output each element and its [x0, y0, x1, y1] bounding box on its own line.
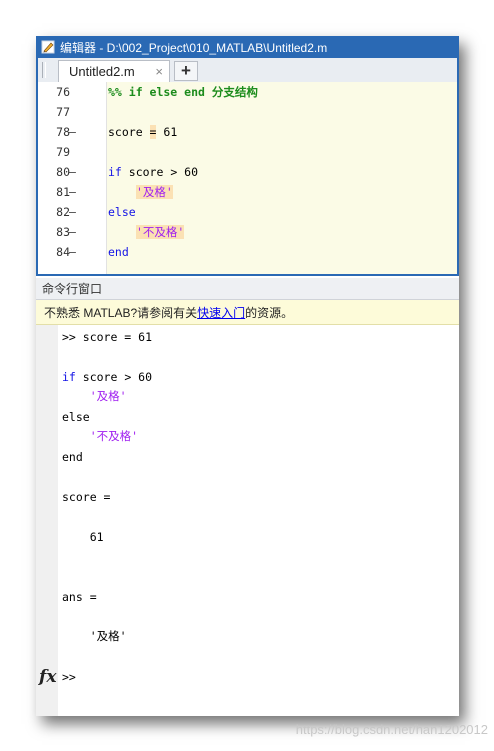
- command-window-header[interactable]: 命令行窗口: [36, 278, 459, 300]
- score-value: 61: [156, 125, 178, 139]
- close-icon[interactable]: ×: [155, 64, 163, 79]
- line-number: 78: [56, 125, 70, 139]
- code-line: 83 – '不及格': [38, 222, 457, 242]
- cmd-line: else: [62, 410, 90, 424]
- command-window-title: 命令行窗口: [42, 282, 103, 296]
- notice-suffix: 的资源。: [245, 305, 294, 320]
- editor-title: 编辑器 - D:\002_Project\010_MATLAB\Untitled…: [60, 40, 328, 55]
- notice-prefix: 不熟悉 MATLAB?请参阅有关: [44, 305, 198, 320]
- line-number: 84: [56, 245, 70, 259]
- tab-label: Untitled2.m: [69, 64, 135, 79]
- code-line: 82 – else: [38, 202, 457, 222]
- editor-panel: 编辑器 - D:\002_Project\010_MATLAB\Untitled…: [36, 36, 459, 276]
- cell-title: %% if else end 分支结构: [108, 85, 258, 99]
- code-line: 78 – score = 61: [38, 122, 457, 142]
- editor-tabbar: Untitled2.m × +: [38, 58, 457, 83]
- cmd-line: '及格': [62, 389, 127, 403]
- line-number: 83: [56, 225, 70, 239]
- line-number: 80: [56, 165, 70, 179]
- string-pass: '及格': [136, 185, 173, 199]
- tab-grip[interactable]: [42, 62, 46, 78]
- cmd-line: '不及格': [62, 429, 139, 443]
- function-browser-icon[interactable]: fx: [39, 667, 56, 687]
- command-gutter: [36, 325, 58, 716]
- code-text: if score > 60: [108, 162, 198, 182]
- if-keyword: if: [108, 165, 122, 179]
- if-condition: score > 60: [75, 370, 153, 384]
- line-number: 76: [56, 85, 70, 99]
- line-number: 79: [56, 145, 70, 159]
- line-number: 82: [56, 205, 70, 219]
- code-line: 80 – if score > 60: [38, 162, 457, 182]
- string-fail: '不及格': [136, 225, 185, 239]
- matlab-window: 编辑器 - D:\002_Project\010_MATLAB\Untitled…: [36, 36, 459, 716]
- breakpoint-marker[interactable]: –: [69, 222, 76, 242]
- cmd-line: '及格': [62, 629, 127, 643]
- code-text: '不及格': [136, 222, 185, 242]
- cmd-line: if score > 60: [62, 367, 152, 387]
- code-line: 84 – end: [38, 242, 457, 262]
- editor-titlebar[interactable]: 编辑器 - D:\002_Project\010_MATLAB\Untitled…: [38, 36, 457, 58]
- code-line: 77: [38, 102, 457, 122]
- code-line: 79: [38, 142, 457, 162]
- if-condition: score > 60: [121, 165, 199, 179]
- tab-untitled2[interactable]: Untitled2.m ×: [58, 60, 170, 82]
- breakpoint-marker[interactable]: –: [69, 202, 76, 222]
- cmd-line: >> score = 61: [62, 330, 153, 344]
- quick-start-link[interactable]: 快速入门: [197, 304, 245, 321]
- breakpoint-marker[interactable]: –: [69, 162, 76, 182]
- cmd-line: end: [62, 450, 83, 464]
- line-number: 81: [56, 185, 70, 199]
- command-window[interactable]: >> score = 61 if score > 60 '及格' else '不…: [36, 325, 459, 716]
- line-number: 77: [56, 105, 70, 119]
- code-text: '及格': [136, 182, 173, 202]
- if-keyword: if: [62, 370, 76, 384]
- breakpoint-marker[interactable]: –: [69, 122, 76, 142]
- breakpoint-marker[interactable]: –: [69, 242, 76, 262]
- end-keyword: end: [108, 245, 129, 259]
- getting-started-notice: 不熟悉 MATLAB?请参阅有关 快速入门 的资源。: [36, 300, 459, 325]
- cmd-line: ans =: [62, 590, 97, 604]
- editor-icon: [41, 40, 55, 54]
- command-prompt[interactable]: >>: [62, 667, 76, 687]
- add-tab-button[interactable]: +: [174, 61, 198, 81]
- code-editor[interactable]: 76 %% if else end 分支结构 77 78 – score = 6…: [38, 82, 457, 274]
- code-line: 76 %% if else end 分支结构: [38, 82, 457, 102]
- code-text: score = 61: [108, 122, 177, 142]
- cmd-line: 61: [62, 530, 104, 544]
- code-line: 81 – '及格': [38, 182, 457, 202]
- watermark: https://blog.csdn.net/han1202012: [295, 722, 488, 737]
- score-variable: score: [108, 125, 150, 139]
- cmd-line: score =: [62, 490, 111, 504]
- else-keyword: else: [108, 205, 136, 219]
- breakpoint-marker[interactable]: –: [69, 182, 76, 202]
